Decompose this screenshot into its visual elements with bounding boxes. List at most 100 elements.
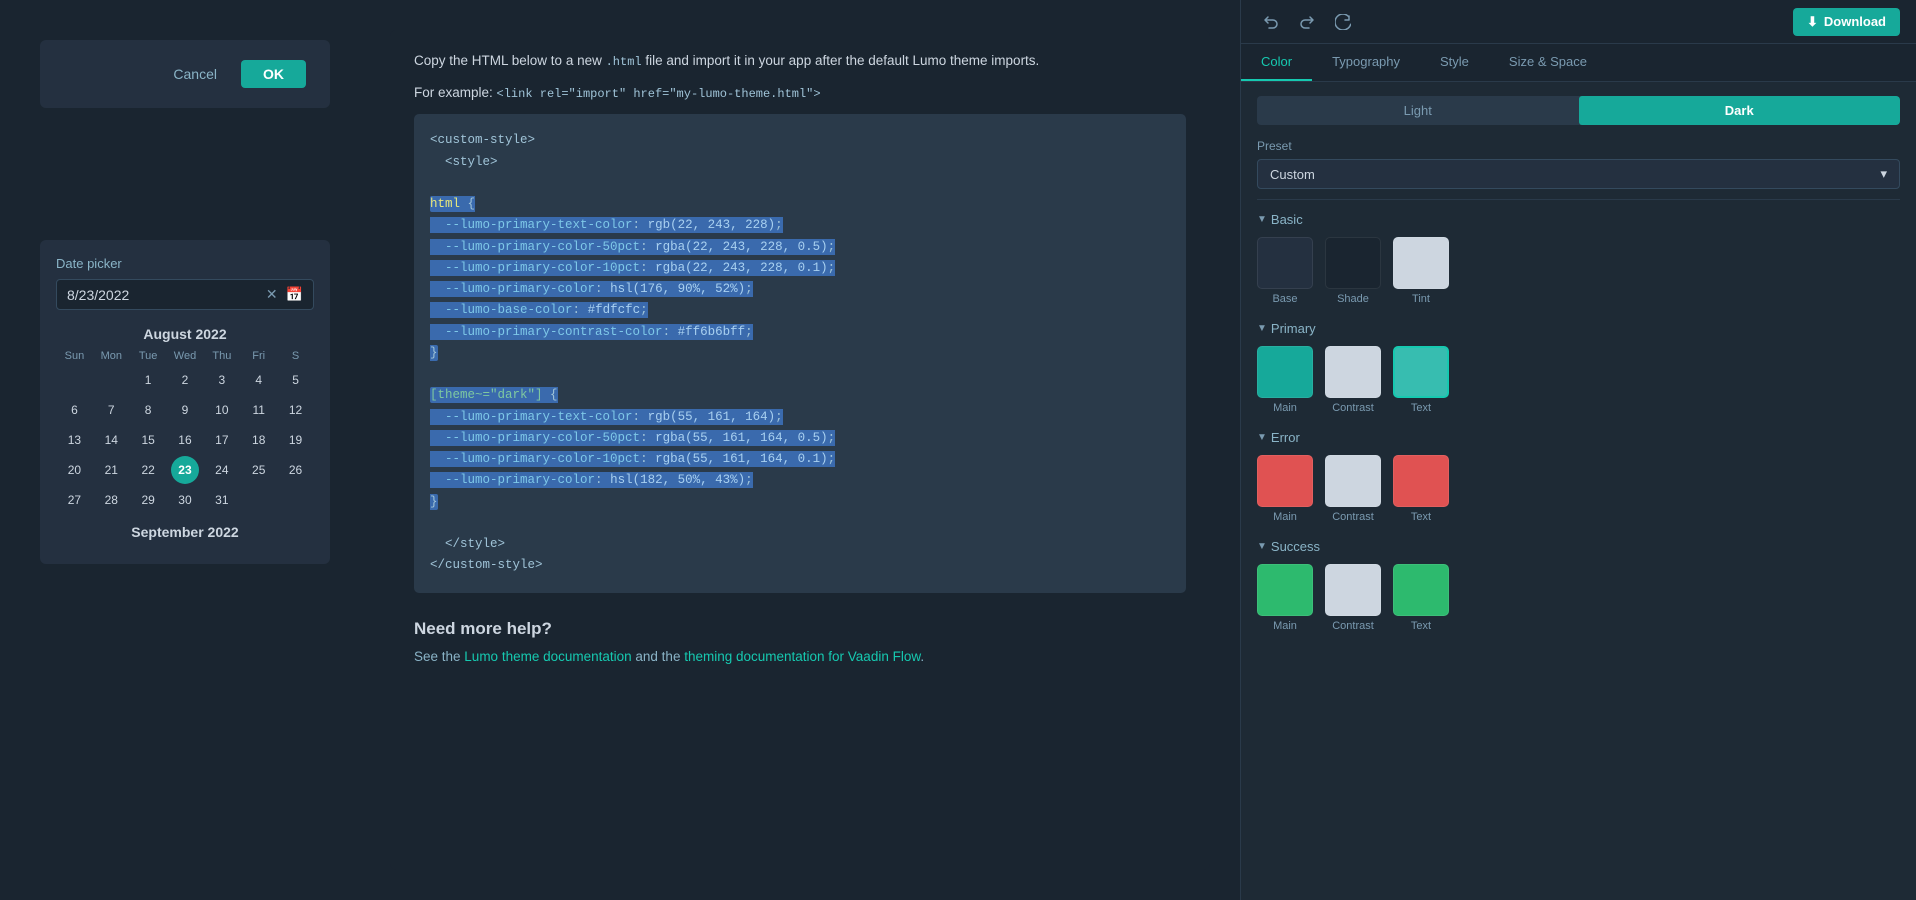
primary-group: Primary Main Contrast Text [1257,321,1900,414]
undo-button[interactable] [1257,8,1285,36]
clear-icon[interactable]: ✕ [266,286,278,303]
error-group-header: Error [1257,430,1900,445]
swatch-label-success-main: Main [1273,620,1297,632]
cal-day[interactable]: 13 [60,426,88,454]
tab-color[interactable]: Color [1241,44,1312,81]
cancel-button[interactable]: Cancel [159,60,231,88]
cal-day[interactable]: 5 [282,366,310,394]
cal-day[interactable]: 22 [134,456,162,484]
cal-day[interactable]: 31 [208,486,236,514]
cal-day[interactable]: 6 [60,396,88,424]
cal-day[interactable]: 8 [134,396,162,424]
swatch-box-error-main [1257,455,1313,507]
cal-day[interactable]: 11 [245,396,273,424]
datepicker-input[interactable]: 8/23/2022 ✕ 📅 [56,279,314,310]
swatch-shade[interactable]: Shade [1325,237,1381,305]
swatch-box-success-contrast [1325,564,1381,616]
preset-label: Preset [1257,139,1900,153]
cal-day[interactable]: 24 [208,456,236,484]
lumo-doc-link[interactable]: Lumo theme documentation [464,649,631,664]
swatch-label-primary-main: Main [1273,402,1297,414]
swatch-label-primary-text: Text [1411,402,1431,414]
tab-size-space[interactable]: Size & Space [1489,44,1607,81]
basic-group-header: Basic [1257,212,1900,227]
swatch-error-text[interactable]: Text [1393,455,1449,523]
cal-day[interactable]: 29 [134,486,162,514]
cal-day[interactable]: 12 [282,396,310,424]
download-icon: ⬇ [1807,14,1818,30]
cal-day[interactable]: 21 [97,456,125,484]
swatch-label-error-contrast: Contrast [1332,511,1374,523]
cal-day[interactable]: 26 [282,456,310,484]
swatch-success-main[interactable]: Main [1257,564,1313,632]
swatch-primary-contrast[interactable]: Contrast [1325,346,1381,414]
redo-button[interactable] [1293,8,1321,36]
days-of-week: Sun Mon Tue Wed Thu Fri S [56,350,314,362]
datepicker-icons: ✕ 📅 [266,286,303,303]
refresh-button[interactable] [1329,8,1357,36]
cal-day[interactable]: 20 [60,456,88,484]
intro-code: .html [606,55,642,69]
ok-button[interactable]: OK [241,60,306,88]
swatch-error-contrast[interactable]: Contrast [1325,455,1381,523]
swatch-label-shade: Shade [1337,293,1369,305]
cal-day[interactable]: 9 [171,396,199,424]
cal-day[interactable]: 1 [134,366,162,394]
light-mode-btn[interactable]: Light [1257,96,1579,125]
primary-label: Primary [1271,321,1316,336]
swatch-box-primary-contrast [1325,346,1381,398]
cal-day[interactable]: 3 [208,366,236,394]
cal-day-selected[interactable]: 23 [171,456,199,484]
swatch-label-primary-contrast: Contrast [1332,402,1374,414]
cal-day[interactable]: 16 [171,426,199,454]
swatches-panel[interactable]: Basic Base Shade Tint Primary [1241,212,1916,900]
cal-day[interactable]: 18 [245,426,273,454]
swatch-tint[interactable]: Tint [1393,237,1449,305]
success-group: Success Main Contrast Text [1257,539,1900,632]
code-block[interactable]: <custom-style> <style> html { --lumo-pri… [414,114,1186,592]
cal-day[interactable]: 19 [282,426,310,454]
cal-day[interactable]: 17 [208,426,236,454]
swatch-label-base: Base [1272,293,1297,305]
basic-swatch-row: Base Shade Tint [1257,237,1900,305]
success-group-header: Success [1257,539,1900,554]
swatch-label-success-text: Text [1411,620,1431,632]
swatch-primary-main[interactable]: Main [1257,346,1313,414]
error-label: Error [1271,430,1300,445]
cal-day[interactable]: 4 [245,366,273,394]
preset-value: Custom [1270,167,1315,182]
swatch-primary-text[interactable]: Text [1393,346,1449,414]
swatch-box-error-contrast [1325,455,1381,507]
tab-typography[interactable]: Typography [1312,44,1420,81]
code-scroll[interactable]: Copy the HTML below to a new .html file … [390,30,1210,870]
swatch-label-error-main: Main [1273,511,1297,523]
need-help-text2: and the [632,649,685,664]
cal-day[interactable]: 30 [171,486,199,514]
swatch-box-tint [1393,237,1449,289]
swatch-success-contrast[interactable]: Contrast [1325,564,1381,632]
cal-day[interactable]: 15 [134,426,162,454]
month-header-aug: August 2022 [56,326,314,342]
toolbar-left [1257,8,1357,36]
cal-day[interactable]: 25 [245,456,273,484]
swatch-box-shade [1325,237,1381,289]
top-toolbar: ⬇ Download [1241,0,1916,44]
swatch-base[interactable]: Base [1257,237,1313,305]
cal-day[interactable]: 14 [97,426,125,454]
swatch-success-text[interactable]: Text [1393,564,1449,632]
cal-day[interactable]: 2 [171,366,199,394]
cal-day[interactable]: 27 [60,486,88,514]
download-button[interactable]: ⬇ Download [1793,8,1900,36]
preset-select[interactable]: Custom ▾ [1257,159,1900,189]
dark-mode-btn[interactable]: Dark [1579,96,1901,125]
cal-day[interactable]: 7 [97,396,125,424]
tab-style[interactable]: Style [1420,44,1489,81]
cal-day[interactable]: 28 [97,486,125,514]
cal-day[interactable]: 10 [208,396,236,424]
datepicker-label: Date picker [56,256,314,271]
left-panel: Cancel OK Date picker 8/23/2022 ✕ 📅 Augu… [0,0,1240,900]
vaadin-doc-link[interactable]: theming documentation for Vaadin Flow [684,649,920,664]
calendar-icon[interactable]: 📅 [286,286,303,303]
primary-group-header: Primary [1257,321,1900,336]
swatch-error-main[interactable]: Main [1257,455,1313,523]
